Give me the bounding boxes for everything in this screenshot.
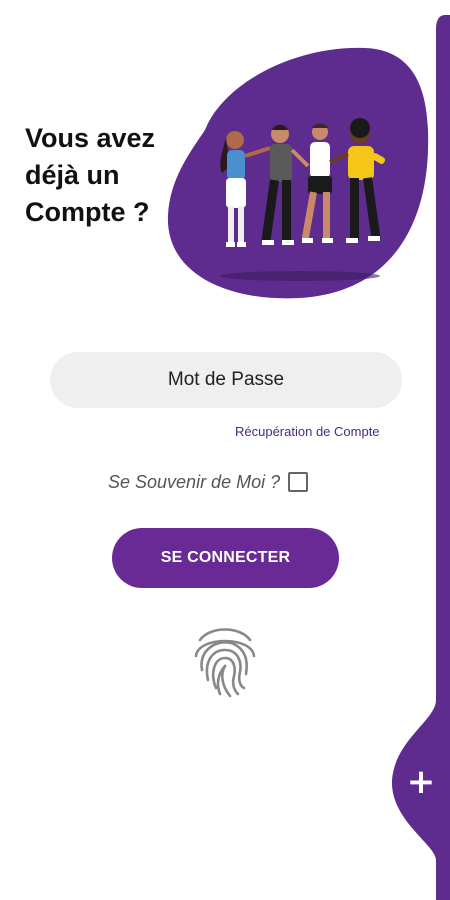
password-field[interactable] xyxy=(50,352,402,408)
title-line-2: déjà un xyxy=(25,160,120,190)
title-line-3: Compte ? xyxy=(25,197,150,227)
page-title: Vous avez déjà un Compte ? xyxy=(25,120,185,231)
group-of-friends-illustration xyxy=(220,118,386,281)
remember-me-row: Se Souvenir de Moi ? xyxy=(108,469,309,495)
fingerprint-icon[interactable] xyxy=(190,618,260,698)
title-line-1: Vous avez xyxy=(25,123,156,153)
login-button-label: SE CONNECTER xyxy=(160,549,291,566)
remember-me-label: Se Souvenir de Moi ? xyxy=(108,471,281,492)
plus-icon: + xyxy=(406,762,436,802)
account-recovery-link[interactable]: Récupération de Compte xyxy=(235,424,405,439)
remember-me-checkbox[interactable] xyxy=(288,472,309,492)
login-button[interactable]: SE CONNECTER xyxy=(112,528,339,588)
add-button[interactable]: + xyxy=(392,748,450,816)
